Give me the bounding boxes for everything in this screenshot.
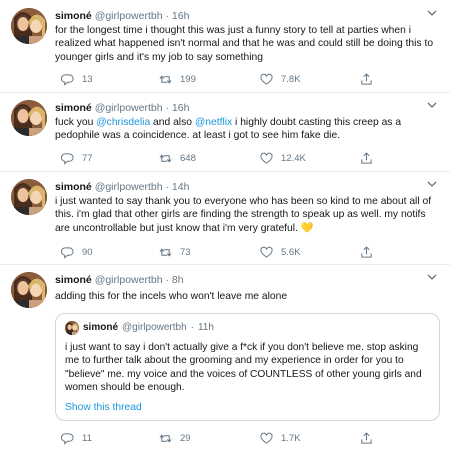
chevron-down-icon[interactable] (426, 99, 438, 111)
like-button[interactable]: 12.4K (260, 151, 306, 165)
tweet-header: simoné @girlpowertbh · 14h (55, 179, 450, 195)
retweet-icon (159, 433, 172, 443)
text-part: i just wanted to say thank you to everyo… (55, 196, 432, 234)
reply-button[interactable]: 11 (61, 431, 92, 445)
like-icon (260, 73, 273, 85)
reply-icon (61, 246, 74, 259)
separator: · (165, 10, 169, 22)
reply-count: 77 (82, 152, 93, 164)
tweet-header: simoné @girlpowertbh · 16h (55, 8, 450, 24)
reply-count: 13 (82, 73, 93, 85)
display-name[interactable]: simoné (55, 181, 92, 193)
tweet-text: i just wanted to say thank you to everyo… (55, 195, 438, 235)
separator: · (190, 322, 194, 333)
display-name: simoné (83, 322, 119, 333)
like-button[interactable]: 1.7K (260, 431, 301, 445)
timestamp: 11h (197, 322, 214, 333)
avatar[interactable] (11, 179, 47, 215)
yellow-heart-emoji: 💛 (300, 222, 314, 234)
retweet-count: 29 (180, 432, 191, 444)
retweet-button[interactable]: 199 (159, 72, 196, 86)
reply-button[interactable]: 90 (61, 245, 93, 259)
tweet-text: for the longest time i thought this was … (55, 25, 434, 63)
tweet[interactable]: simoné @girlpowertbh · 14h i just wanted… (0, 171, 450, 265)
like-button[interactable]: 7.8K (260, 72, 301, 86)
tweet-actions: 11 29 1.7K (55, 431, 438, 445)
reply-icon (61, 73, 74, 86)
share-icon (361, 431, 372, 444)
share-icon (361, 245, 372, 258)
like-count: 1.7K (281, 432, 301, 444)
text-part: and also (150, 117, 195, 128)
chevron-down-icon[interactable] (426, 7, 438, 19)
like-count: 5.6K (281, 246, 301, 258)
tweet[interactable]: simoné @girlpowertbh · 8h adding this fo… (0, 264, 450, 458)
retweet-button[interactable]: 648 (159, 151, 196, 165)
tweet-actions: 13 199 7.8K (55, 72, 438, 86)
share-button[interactable] (360, 245, 373, 259)
like-icon (260, 432, 273, 444)
show-thread-link[interactable]: Show this thread (65, 402, 142, 413)
quoted-tweet-text: i just want to say i don't actually give… (65, 342, 422, 393)
avatar (65, 321, 79, 335)
share-button[interactable] (360, 151, 373, 165)
separator: · (165, 102, 169, 114)
reply-button[interactable]: 13 (61, 72, 93, 86)
avatar[interactable] (11, 272, 47, 308)
chevron-down-icon[interactable] (426, 178, 438, 190)
share-button[interactable] (360, 431, 373, 445)
timestamp[interactable]: 8h (172, 274, 184, 286)
retweet-count: 73 (180, 246, 191, 258)
handle[interactable]: @girlpowertbh (95, 181, 163, 193)
reply-button[interactable]: 77 (61, 151, 93, 165)
display-name[interactable]: simoné (55, 274, 92, 286)
reply-icon (61, 432, 74, 445)
quoted-tweet[interactable]: simoné @girlpowertbh · 11h i just want t… (55, 313, 440, 421)
share-button[interactable] (360, 72, 373, 86)
tweet-header: simoné @girlpowertbh · 8h (55, 272, 450, 288)
retweet-icon (159, 74, 172, 84)
timestamp[interactable]: 14h (172, 181, 190, 193)
separator: · (165, 181, 169, 193)
text-part: fuck you (55, 117, 97, 128)
like-count: 7.8K (281, 73, 301, 85)
avatar[interactable] (11, 100, 47, 136)
handle[interactable]: @girlpowertbh (95, 102, 163, 114)
handle: @girlpowertbh (122, 322, 187, 333)
retweet-icon (159, 153, 172, 163)
tweet-text: adding this for the incels who won't lea… (55, 291, 288, 302)
reply-count: 11 (82, 432, 92, 444)
display-name[interactable]: simoné (55, 102, 92, 114)
tweet[interactable]: simoné @girlpowertbh · 16h fuck you @chr… (0, 92, 450, 172)
share-icon (361, 151, 372, 164)
tweet-text: fuck you @chrisdelia and also @netflix i… (55, 116, 438, 143)
share-icon (361, 72, 372, 85)
quoted-tweet-header: simoné @girlpowertbh · 11h (65, 321, 214, 335)
handle[interactable]: @girlpowertbh (95, 10, 163, 22)
tweet-actions: 77 648 12.4K (55, 151, 438, 165)
like-count: 12.4K (281, 152, 306, 164)
timestamp[interactable]: 16h (172, 102, 190, 114)
separator: · (165, 274, 169, 286)
display-name[interactable]: simoné (55, 10, 92, 22)
tweet-header: simoné @girlpowertbh · 16h (55, 100, 450, 116)
like-icon (260, 246, 273, 258)
tweet[interactable]: simoné @girlpowertbh · 16h for the longe… (0, 0, 450, 93)
retweet-count: 199 (180, 73, 196, 85)
retweet-icon (159, 247, 172, 257)
timestamp[interactable]: 16h (172, 10, 190, 22)
tweet-actions: 90 73 5.6K (55, 245, 438, 259)
mention-link[interactable]: @chrisdelia (96, 117, 150, 128)
retweet-count: 648 (180, 152, 196, 164)
mention-link[interactable]: @netflix (195, 117, 232, 128)
retweet-button[interactable]: 73 (159, 245, 191, 259)
reply-count: 90 (82, 246, 93, 258)
avatar[interactable] (11, 8, 47, 44)
chevron-down-icon[interactable] (426, 271, 438, 283)
like-button[interactable]: 5.6K (260, 245, 301, 259)
retweet-button[interactable]: 29 (159, 431, 191, 445)
reply-icon (61, 152, 74, 165)
handle[interactable]: @girlpowertbh (95, 274, 163, 286)
like-icon (260, 152, 273, 164)
